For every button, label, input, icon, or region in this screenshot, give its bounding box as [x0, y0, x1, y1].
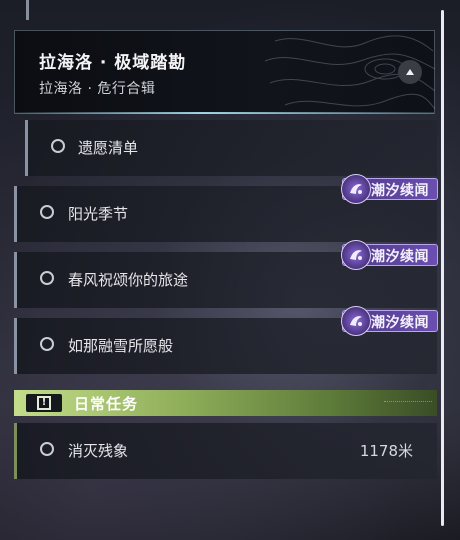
quest-group-header[interactable]: 拉海洛 · 极域踏勘 拉海洛 · 危行合辑 — [14, 30, 435, 114]
quest-item-bar — [14, 423, 17, 479]
quest-item-label: 如那融雪所愿般 — [68, 337, 174, 355]
tide-badge-label: 潮汐续闻 — [371, 183, 429, 199]
quest-item-bar — [25, 120, 28, 176]
circle-icon — [51, 139, 65, 153]
chevron-up-icon — [406, 69, 414, 75]
scrollbar-thumb[interactable] — [441, 10, 444, 526]
tide-logo-icon — [341, 240, 371, 270]
tide-badge-label: 潮汐续闻 — [371, 315, 429, 331]
quest-item-label: 阳光季节 — [68, 205, 129, 223]
quest-item-bar — [14, 318, 17, 374]
daily-quest-header[interactable]: ! 日常任务 — [14, 390, 437, 416]
quest-item-bar — [14, 186, 17, 242]
daily-quest-title: 日常任务 — [74, 395, 139, 413]
quest-item-label: 春风祝颂你的旅途 — [68, 271, 189, 289]
tide-badge: 潮汐续闻 — [341, 174, 438, 204]
warning-icon: ! — [37, 396, 51, 410]
quest-distance: 1178米 — [359, 442, 413, 460]
tide-badge-label: 潮汐续闻 — [371, 249, 429, 265]
warning-icon-box: ! — [26, 394, 62, 412]
circle-icon — [40, 337, 54, 351]
collapse-button[interactable] — [398, 60, 422, 84]
tide-badge: 潮汐续闻 — [341, 240, 438, 270]
tide-badge: 潮汐续闻 — [341, 306, 438, 336]
quest-item[interactable]: 遗愿清单 — [25, 120, 437, 176]
circle-icon — [40, 205, 54, 219]
quest-group-title: 拉海洛 · 极域踏勘 — [39, 53, 187, 73]
quest-item-label: 遗愿清单 — [78, 139, 139, 157]
circle-icon — [40, 271, 54, 285]
quest-item-bar — [14, 252, 17, 308]
tide-logo-icon — [341, 174, 371, 204]
daily-quest-item[interactable]: 消灭残象 1178米 — [14, 423, 437, 479]
circle-icon — [40, 442, 54, 456]
top-connector — [26, 0, 29, 20]
tide-logo-icon — [341, 306, 371, 336]
header-decoration — [384, 401, 432, 405]
quest-item-label: 消灭残象 — [68, 442, 129, 460]
quest-group-subtitle: 拉海洛 · 危行合辑 — [39, 81, 156, 97]
